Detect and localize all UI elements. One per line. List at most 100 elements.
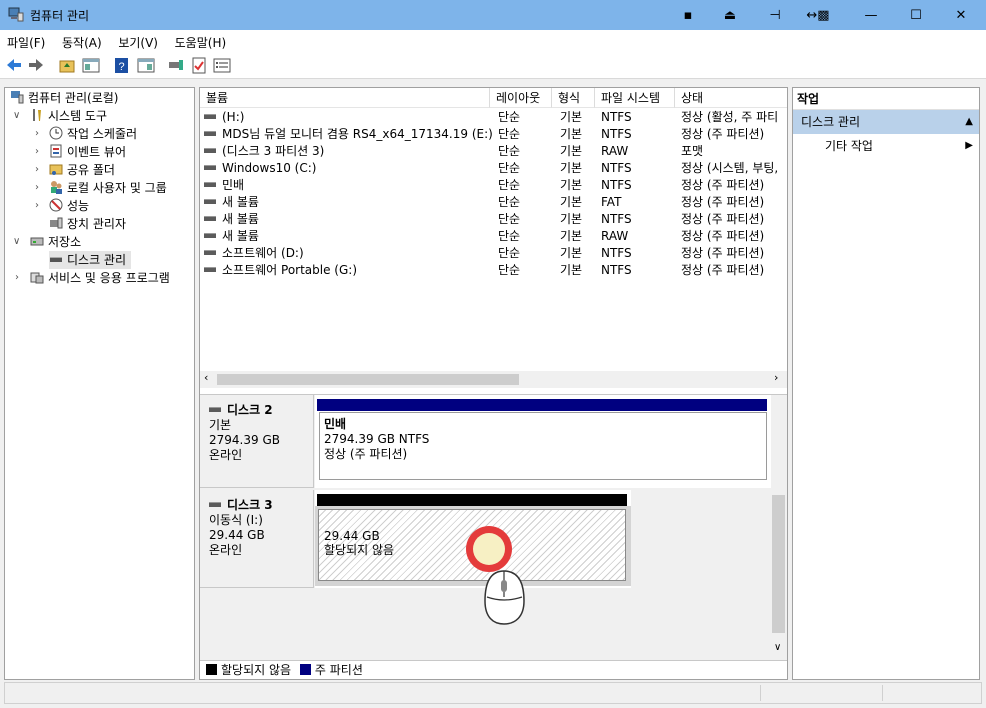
more-actions-label: 기타 작업 <box>825 139 873 153</box>
menu-file[interactable]: 파일(F) <box>0 30 51 51</box>
eject-icon[interactable]: ⏏ <box>707 0 753 30</box>
up-folder-icon[interactable] <box>58 57 76 74</box>
checklist-icon[interactable] <box>190 57 208 74</box>
table-row[interactable]: (H:) 단순 기본 NTFS 정상 (활성, 주 파티 <box>200 109 787 126</box>
actions-section-disk-management[interactable]: 디스크 관리 ▲ <box>793 110 979 134</box>
tree-item-task-scheduler[interactable]: 작업 스케줄러 <box>49 125 137 143</box>
table-row[interactable]: 새 볼륨 단순 기본 NTFS 정상 (주 파티션) <box>200 211 787 228</box>
actions-more[interactable]: 기타 작업 ▶ <box>793 134 979 158</box>
table-row[interactable]: 민배 단순 기본 NTFS 정상 (주 파티션) <box>200 177 787 194</box>
scroll-right-icon[interactable]: › <box>774 371 778 384</box>
dot-icon[interactable]: ▪ <box>665 0 711 30</box>
horizontal-scrollbar[interactable]: ‹ › <box>200 371 787 388</box>
menu-bar: 파일(F) 동작(A) 보기(V) 도움말(H) <box>0 30 986 53</box>
table-row[interactable]: 소프트웨어 Portable (G:) 단순 기본 NTFS 정상 (주 파티션) <box>200 262 787 279</box>
table-cell: 단순 <box>498 178 521 192</box>
chevron-right-icon[interactable]: › <box>35 182 39 193</box>
column-header-filesystem[interactable]: 파일 시스템 <box>595 88 675 108</box>
table-cell: NTFS <box>601 212 632 226</box>
table-cell: (H:) <box>222 110 245 124</box>
column-header-volume[interactable]: 볼륨 <box>200 88 490 108</box>
tree-item-disk-management[interactable]: 디스크 관리 <box>49 251 132 269</box>
table-cell: 정상 (주 파티션) <box>681 263 765 277</box>
pin-icon[interactable]: ⊣ <box>752 0 798 30</box>
maximize-button[interactable]: ☐ <box>893 0 939 30</box>
disk3-name: 디스크 3 <box>227 498 273 512</box>
device-manager-icon <box>50 217 63 229</box>
table-cell: 정상 (주 파티션) <box>681 127 765 141</box>
volume-icon <box>204 182 216 187</box>
table-cell: RAW <box>601 229 629 243</box>
chevron-down-icon[interactable]: ∨ <box>13 110 20 121</box>
chevron-right-icon[interactable]: › <box>35 200 39 211</box>
tree-item-local-users[interactable]: 로컬 사용자 및 그룹 <box>49 179 167 197</box>
partition-size: 2794.39 GB NTFS <box>324 432 430 446</box>
list-view-icon[interactable] <box>213 57 231 74</box>
vertical-scrollbar[interactable]: ∨ <box>771 395 787 660</box>
legend: 할당되지 않음 주 파티션 <box>200 660 787 679</box>
tree-item-event-viewer[interactable]: 이벤트 뷰어 <box>49 143 126 161</box>
console-icon[interactable] <box>167 57 185 74</box>
chevron-right-icon[interactable]: › <box>35 146 39 157</box>
menu-help[interactable]: 도움말(H) <box>168 30 233 51</box>
back-icon[interactable] <box>5 57 23 74</box>
scrollbar-thumb[interactable] <box>217 374 519 385</box>
chevron-right-icon[interactable]: › <box>35 128 39 139</box>
navigation-tree: 컴퓨터 관리(로컬) ∨ 시스템 도구 › 작업 스케줄러 › 이벤트 뷰어 ›… <box>4 87 195 680</box>
chevron-right-icon[interactable]: › <box>15 272 19 283</box>
table-row[interactable]: 새 볼륨 단순 기본 RAW 정상 (주 파티션) <box>200 228 787 245</box>
tree-label: 로컬 사용자 및 그룹 <box>67 181 167 195</box>
chevron-right-icon[interactable]: › <box>35 164 39 175</box>
status-divider <box>882 685 883 701</box>
mouse-click-icon <box>466 526 525 625</box>
collapse-up-icon[interactable]: ▲ <box>965 110 973 134</box>
column-header-status[interactable]: 상태 <box>675 88 787 108</box>
show-hide-tree-icon[interactable] <box>82 57 100 74</box>
table-row[interactable]: (디스크 3 파티션 3) 단순 기본 RAW 포맷 <box>200 143 787 160</box>
table-row[interactable]: Windows10 (C:) 단순 기본 NTFS 정상 (시스템, 부팅, <box>200 160 787 177</box>
volume-icon <box>204 165 216 170</box>
scroll-down-icon[interactable]: ∨ <box>774 642 781 653</box>
tree-label: 컴퓨터 관리(로컬) <box>28 91 119 105</box>
forward-icon[interactable] <box>27 57 45 74</box>
table-cell: Windows10 (C:) <box>222 161 317 175</box>
scrollbar-thumb[interactable] <box>772 495 785 633</box>
resize-icon[interactable]: ↔▩ <box>795 0 841 30</box>
scroll-left-icon[interactable]: ‹ <box>204 371 208 384</box>
table-cell: 단순 <box>498 127 521 141</box>
unallocated-swatch <box>206 664 217 675</box>
table-cell: RAW <box>601 144 629 158</box>
table-row[interactable]: MDS님 듀얼 모니터 겸용 RS4_x64_17134.19 (E:) 단순 기본… <box>200 126 787 143</box>
table-cell: 정상 (주 파티션) <box>681 229 765 243</box>
disk3-info[interactable]: 디스크 3 이동식 (I:) 29.44 GB 온라인 <box>200 490 314 588</box>
partition-name: 민배 <box>324 417 347 431</box>
column-header-type[interactable]: 형식 <box>552 88 595 108</box>
tree-item-root[interactable]: 컴퓨터 관리(로컬) <box>10 89 118 107</box>
volume-icon <box>204 114 216 119</box>
tree-item-performance[interactable]: 성능 <box>49 197 89 215</box>
menu-action[interactable]: 동작(A) <box>55 30 108 51</box>
minimize-button[interactable]: — <box>848 0 894 30</box>
table-cell: 정상 (시스템, 부팅, <box>681 161 779 175</box>
table-row[interactable]: 새 볼륨 단순 기본 FAT 정상 (주 파티션) <box>200 194 787 211</box>
disk2-partition[interactable]: 민배 2794.39 GB NTFS 정상 (주 파티션) <box>319 412 767 480</box>
menu-view[interactable]: 보기(V) <box>111 30 164 51</box>
tree-item-system-tools[interactable]: 시스템 도구 <box>30 107 107 125</box>
chevron-down-icon[interactable]: ∨ <box>13 236 20 247</box>
help-icon[interactable]: ? <box>113 57 131 74</box>
disk2-info[interactable]: 디스크 2 기본 2794.39 GB 온라인 <box>200 395 314 488</box>
volume-icon <box>204 267 216 272</box>
tree-item-services-apps[interactable]: 서비스 및 응용 프로그램 <box>30 269 170 287</box>
shared-folder-icon <box>49 164 63 175</box>
chevron-right-icon[interactable]: ▶ <box>965 134 973 158</box>
close-button[interactable]: ✕ <box>938 0 984 30</box>
column-header-layout[interactable]: 레이아웃 <box>490 88 552 108</box>
table-row[interactable]: 소프트웨어 (D:) 단순 기본 NTFS 정상 (주 파티션) <box>200 245 787 262</box>
table-cell: 단순 <box>498 246 521 260</box>
table-cell: 소프트웨어 (D:) <box>222 246 304 260</box>
toolbar: ? <box>0 53 986 79</box>
tree-item-shared-folders[interactable]: 공유 폴더 <box>49 161 115 179</box>
properties-icon[interactable] <box>137 57 155 74</box>
tree-item-device-manager[interactable]: 장치 관리자 <box>49 215 126 233</box>
tree-item-storage[interactable]: 저장소 <box>30 233 81 251</box>
